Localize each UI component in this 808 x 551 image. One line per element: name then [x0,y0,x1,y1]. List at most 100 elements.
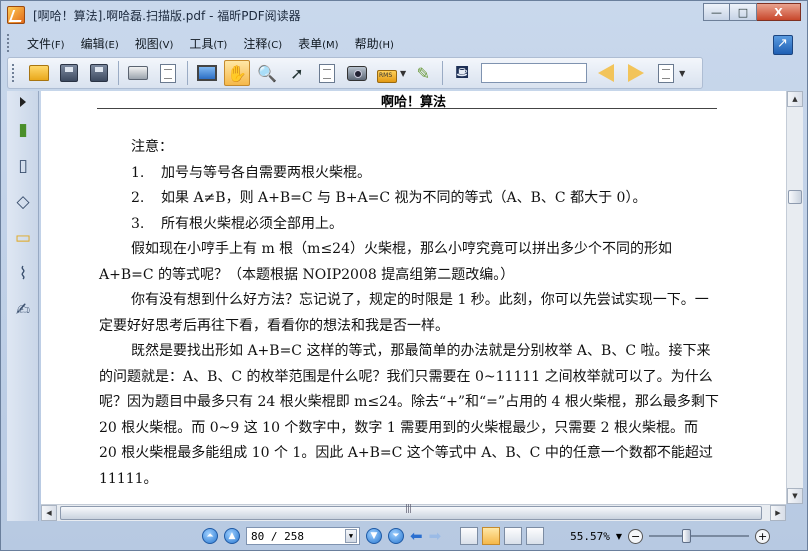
paragraph: 你有没有想到什么好方法？忘记说了，规定的时限是 1 秒。此刻，你可以先尝试实现一… [99,292,709,334]
print-button[interactable] [125,60,151,86]
facing-view-button[interactable] [504,527,523,545]
signatures-button[interactable]: ✍ [11,297,35,323]
rms-lock-icon: RMS [377,69,397,83]
find-icon: ⛾ [454,62,470,83]
navigation-panel: ▮ ▯ ◇ ▭ ⌇ ✍ [7,91,39,521]
menu-help[interactable]: 帮助(H) [347,35,402,52]
horizontal-scroll-thumb[interactable] [60,504,762,520]
prev-result-icon [598,64,615,82]
go-back-icon[interactable]: ⬅ [410,527,423,545]
save-icon [60,64,78,82]
save-as-button[interactable] [86,60,112,86]
page-dropdown-icon[interactable]: ▼ [345,529,357,543]
continuous-view-button[interactable] [482,527,501,545]
save-as-icon [90,64,108,82]
layers-button[interactable]: ◇ [11,189,35,215]
scroll-up-button[interactable]: ▲ [787,91,803,107]
last-page-icon: ⏷ [392,531,400,541]
fullscreen-button[interactable] [194,60,220,86]
toolbar-grip-icon[interactable] [12,64,16,82]
minimize-button[interactable]: — [703,3,730,21]
zoom-level[interactable]: 55.57% [570,530,610,543]
snapshot-icon [347,65,367,81]
menu-tools[interactable]: 工具(T) [181,35,235,52]
select-button[interactable]: ➚ [284,60,310,86]
expand-panel-icon[interactable] [20,97,26,107]
save-button[interactable] [56,60,82,86]
open-button[interactable] [26,60,52,86]
menu-file[interactable]: 文件(F) [19,35,73,52]
horizontal-scrollbar[interactable]: ◀ ▶ [41,504,786,521]
list-item: 1. 加号与等号各自需要两根火柴棍。 [131,164,371,181]
header-rule [97,108,717,109]
page-number-field[interactable]: 80 / 258 ▼ [246,527,360,545]
search-input[interactable] [481,63,588,83]
prev-result-button[interactable] [593,60,619,86]
menu-view[interactable]: 视图(V) [127,35,182,52]
continuous-facing-view-button[interactable] [526,527,545,545]
hand-tool-button[interactable]: ✋ [224,60,250,86]
attachments-button[interactable]: ⌇ [11,261,35,287]
signature-icon: ✍ [15,300,31,320]
window-controls: — □ X [703,3,801,21]
comment-icon: ▭ [14,228,32,248]
zoom-tool-button[interactable]: 🔍 [254,60,280,86]
next-page-button[interactable]: ▼ [366,528,382,544]
layers-icon: ◇ [16,192,30,212]
next-page-icon: ▼ [370,531,378,541]
highlight-dropdown-icon[interactable]: ▼ [679,69,685,78]
zoom-in-button[interactable]: + [755,528,771,544]
print-icon [128,66,148,80]
fullscreen-icon [197,65,217,81]
go-forward-icon[interactable]: ➡ [429,527,442,545]
restore-toolbar-icon[interactable] [773,35,793,55]
text-select-button[interactable] [314,60,340,86]
sign-button[interactable]: ✎ [410,60,436,86]
highlight-button[interactable] [653,60,679,86]
menu-comment[interactable]: 注释(C) [235,35,290,52]
email-button[interactable] [155,60,181,86]
first-page-button[interactable]: ⏶ [202,528,218,544]
document-view[interactable]: 啊哈！算法 注意： 1. 加号与等号各自需要两根火柴棍。 2. 如果 A≠B，则 A… [41,91,786,504]
rms-button[interactable]: RMS [374,60,400,86]
vertical-scrollbar[interactable]: ▲ ▼ [786,91,803,504]
menu-grip-icon[interactable] [7,34,11,52]
last-page-button[interactable]: ⏷ [388,528,404,544]
list-item: 3. 所有根火柴棍必须全部用上。 [131,215,343,232]
find-button[interactable]: ⛾ [449,60,475,86]
bookmark-icon: ▮ [18,120,28,140]
next-result-icon [628,64,645,82]
next-result-button[interactable] [623,60,649,86]
zoom-slider[interactable] [649,528,750,544]
email-icon [160,63,176,83]
scroll-left-button[interactable]: ◀ [41,505,57,521]
menu-edit[interactable]: 编辑(E) [73,35,127,52]
single-page-view-button[interactable] [460,527,479,545]
zoom-out-button[interactable]: − [628,528,644,544]
paperclip-icon: ⌇ [18,264,28,284]
zoom-dropdown-icon[interactable]: ▼ [616,532,622,541]
first-page-icon: ⏶ [206,531,214,541]
pages-button[interactable]: ▯ [11,153,35,179]
scroll-right-button[interactable]: ▶ [770,505,786,521]
sign-icon: ✎ [416,63,430,83]
menu-form[interactable]: 表单(M) [290,35,346,52]
bookmarks-button[interactable]: ▮ [11,117,35,143]
title-bar: [啊哈！算法].啊哈磊.扫描版.pdf - 福昕PDF阅读器 — □ X [1,1,807,29]
scroll-down-button[interactable]: ▼ [787,488,803,504]
app-window: [啊哈！算法].啊哈磊.扫描版.pdf - 福昕PDF阅读器 — □ X 文件(… [0,0,808,551]
rms-dropdown-icon[interactable]: ▼ [400,69,406,78]
zoom-slider-knob[interactable] [681,529,691,543]
snapshot-button[interactable] [344,60,370,86]
status-bar: ⏶ ▲ 80 / 258 ▼ ▼ ⏷ ⬅ ➡ 55.57% ▼ − + [1,522,807,550]
highlight-icon [658,63,675,83]
page-text: 注意： 1. 加号与等号各自需要两根火柴棍。 2. 如果 A≠B，则 A+B=C 与… [99,135,719,492]
vertical-scroll-thumb[interactable] [788,190,802,204]
open-folder-icon [29,65,49,81]
prev-page-button[interactable]: ▲ [224,528,240,544]
comments-button[interactable]: ▭ [11,225,35,251]
foxit-app-icon [7,6,25,24]
close-button[interactable]: X [757,3,801,21]
maximize-button[interactable]: □ [730,3,757,21]
pages-icon: ▯ [18,156,28,176]
